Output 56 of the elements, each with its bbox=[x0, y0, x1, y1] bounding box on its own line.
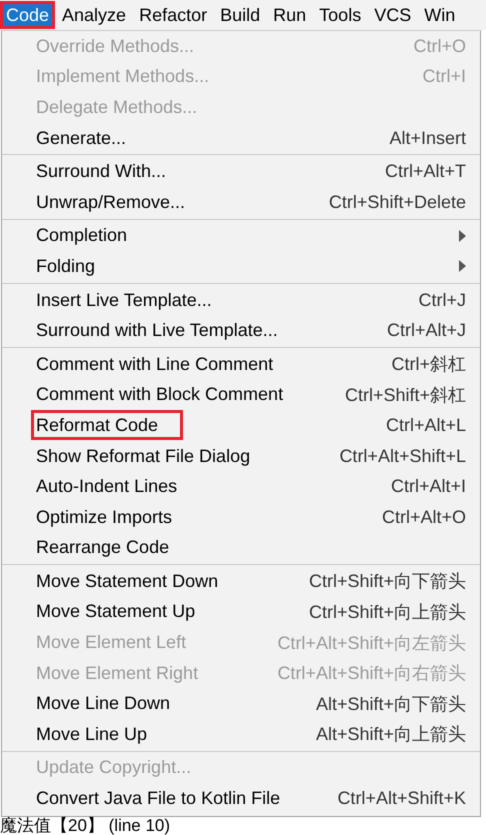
menu-item[interactable]: Unwrap/Remove... bbox=[36, 192, 317, 213]
submenu-arrow-icon bbox=[459, 260, 466, 272]
shortcut-label: Ctrl+I bbox=[422, 66, 466, 88]
menu-item[interactable]: Move Statement Up bbox=[36, 601, 297, 622]
shortcut-label: Ctrl+Shift+向上箭头 bbox=[308, 600, 466, 624]
shortcut-label: Ctrl+Alt+J bbox=[386, 320, 466, 342]
shortcut-label: Ctrl+Shift+斜杠 bbox=[344, 384, 466, 407]
menu-item: Override Methods... bbox=[36, 36, 196, 57]
menu-bar-item[interactable]: Build bbox=[214, 1, 266, 29]
shortcut-label: Ctrl+Shift+Delete bbox=[328, 192, 466, 213]
shortcut-label: Ctrl+Alt+I bbox=[390, 476, 466, 498]
shortcut-label: Alt+Insert bbox=[389, 128, 466, 149]
shortcut-label: Ctrl+O bbox=[413, 36, 466, 57]
editor-text: 魔法值【20】 (line 10) bbox=[0, 816, 170, 835]
menu-item: Move Element Right bbox=[36, 662, 200, 684]
menu-bar-item[interactable]: Refactor bbox=[133, 1, 214, 29]
menu-item[interactable]: Generate... bbox=[36, 128, 378, 149]
menu-bar-item[interactable]: Analyze bbox=[56, 1, 132, 29]
menu-bar-item[interactable]: Win bbox=[418, 1, 462, 29]
shortcut-label: Ctrl+Alt+Shift+K bbox=[337, 788, 466, 810]
menu-item[interactable]: Completion bbox=[36, 225, 459, 246]
menu-item[interactable]: Folding bbox=[36, 256, 459, 277]
menu-bar-item[interactable]: Run bbox=[267, 1, 312, 29]
shortcut-label: Alt+Shift+向下箭头 bbox=[316, 692, 466, 716]
shortcut-label: Ctrl+Alt+O bbox=[382, 506, 466, 528]
menu-item: Update Copyright... bbox=[36, 757, 192, 778]
shortcut-label: Ctrl+Alt+T bbox=[384, 161, 466, 182]
menu-bar-item[interactable]: Code bbox=[0, 1, 56, 29]
menu-item[interactable]: Surround with Live Template... bbox=[36, 320, 375, 342]
shortcut-label: Ctrl+Alt+Shift+L bbox=[339, 446, 466, 467]
menu-item[interactable]: Comment with Line Comment bbox=[36, 354, 380, 375]
shortcut-label: Alt+Shift+向上箭头 bbox=[316, 723, 466, 746]
submenu-arrow-icon bbox=[459, 230, 466, 242]
menu-item: Move Element Left bbox=[36, 632, 188, 654]
shortcut-label: Ctrl+Shift+向下箭头 bbox=[308, 570, 466, 594]
shortcut-label: Ctrl+Alt+Shift+向右箭头 bbox=[277, 662, 466, 686]
menu-item[interactable]: Comment with Block Comment bbox=[36, 384, 333, 406]
menu-item[interactable]: Move Line Up bbox=[36, 724, 304, 745]
menu-item[interactable]: Reformat Code bbox=[31, 410, 184, 440]
menu-bar-item[interactable]: Tools bbox=[313, 1, 368, 29]
menu-item[interactable]: Show Reformat File Dialog bbox=[36, 446, 328, 467]
shortcut-label: Ctrl+Alt+Shift+向左箭头 bbox=[277, 632, 466, 655]
menu-item[interactable]: Auto-Indent Lines bbox=[36, 476, 379, 498]
menu-item[interactable]: Insert Live Template... bbox=[36, 290, 406, 311]
shortcut-label: Ctrl+Alt+L bbox=[386, 414, 466, 436]
menu-item[interactable]: Convert Java File to Kotlin File bbox=[36, 788, 326, 810]
menu-item[interactable]: Rearrange Code bbox=[36, 537, 466, 558]
menu-item[interactable]: Optimize Imports bbox=[36, 506, 370, 528]
menu-bar-item[interactable]: VCS bbox=[368, 1, 418, 29]
menu-item[interactable]: Move Statement Down bbox=[36, 570, 297, 592]
shortcut-label: Ctrl+J bbox=[418, 290, 466, 311]
menu-item[interactable]: Surround With... bbox=[36, 161, 373, 182]
menu-item: Implement Methods... bbox=[36, 66, 210, 88]
menu-item[interactable]: Move Line Down bbox=[36, 693, 304, 714]
shortcut-label: Ctrl+斜杠 bbox=[391, 353, 466, 376]
menu-item: Delegate Methods... bbox=[36, 96, 198, 118]
